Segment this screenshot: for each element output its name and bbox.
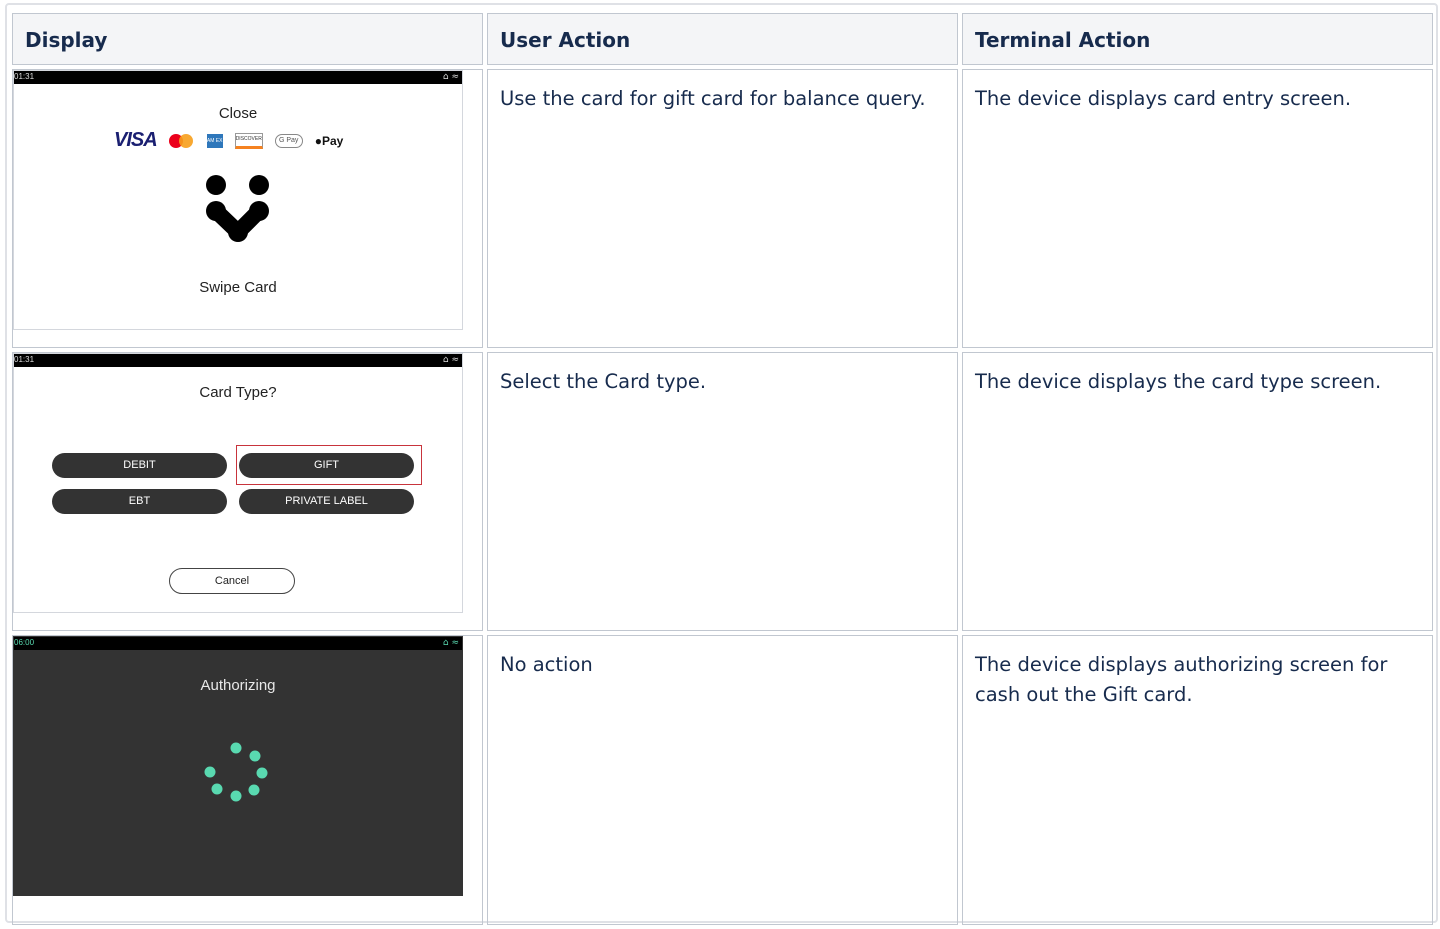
terminal-action-text: The device displays card entry screen. xyxy=(975,87,1352,110)
screen-title: Authorizing xyxy=(200,677,276,694)
status-icons: ⌂ ≈ xyxy=(442,355,459,365)
terminal-action-cell: The device displays the card type screen… xyxy=(962,352,1433,631)
terminal-action-text: The device displays authorizing screen f… xyxy=(975,653,1388,706)
table-row: 01:31 ⌂ ≈ Close VISA AM EX DISCOVER G Pa… xyxy=(12,69,1433,348)
cancel-button[interactable]: Cancel xyxy=(169,568,295,594)
terminal-action-cell: The device displays authorizing screen f… xyxy=(962,635,1433,925)
table-row: 06:00 ⌂ ≈ Authorizing No action The devi… xyxy=(12,635,1433,925)
user-action-text: Use the card for gift card for balance q… xyxy=(500,87,926,110)
status-bar: 01:31 ⌂ ≈ xyxy=(14,354,462,367)
loading-spinner-icon xyxy=(204,742,268,802)
table-row: 01:31 ⌂ ≈ Card Type? DEBIT GIFT EBT PRIV… xyxy=(12,352,1433,631)
status-time: 01:31 xyxy=(14,355,35,364)
display-cell: 06:00 ⌂ ≈ Authorizing xyxy=(12,635,483,925)
google-pay-logo: G Pay xyxy=(274,133,303,148)
screen-subtitle: Swipe Card xyxy=(199,279,277,296)
terminal-action-text: The device displays the card type screen… xyxy=(975,370,1382,393)
display-cell: 01:31 ⌂ ≈ Close VISA AM EX DISCOVER G Pa… xyxy=(12,69,483,348)
discover-logo: DISCOVER xyxy=(234,132,263,149)
card-brand-logos: VISA AM EX DISCOVER G Pay ●Pay xyxy=(114,129,343,152)
apple-icon: ● xyxy=(314,133,322,148)
terminal-action-cell: The device displays card entry screen. xyxy=(962,69,1433,348)
mastercard-logo xyxy=(168,133,195,148)
user-action-text: No action xyxy=(500,653,593,676)
amex-logo: AM EX xyxy=(206,133,223,148)
device-logo-icon xyxy=(206,175,269,242)
screen-title: Card Type? xyxy=(199,384,277,401)
header-terminal-action: Terminal Action xyxy=(962,13,1433,65)
authorizing-screen: 06:00 ⌂ ≈ Authorizing xyxy=(13,636,463,896)
user-action-cell: Select the Card type. xyxy=(487,352,958,631)
private-label-button[interactable]: PRIVATE LABEL xyxy=(239,489,414,514)
status-time: 06:00 xyxy=(14,638,35,647)
status-bar: 01:31 ⌂ ≈ xyxy=(14,71,462,84)
screen-title: Close xyxy=(218,105,258,122)
card-entry-screen: 01:31 ⌂ ≈ Close VISA AM EX DISCOVER G Pa… xyxy=(13,70,463,330)
status-time: 01:31 xyxy=(14,72,35,81)
user-action-cell: Use the card for gift card for balance q… xyxy=(487,69,958,348)
debit-button[interactable]: DEBIT xyxy=(52,453,227,478)
apple-pay-logo: ●Pay xyxy=(315,134,344,148)
header-display: Display xyxy=(12,13,483,65)
header-user-action: User Action xyxy=(487,13,958,65)
display-cell: 01:31 ⌂ ≈ Card Type? DEBIT GIFT EBT PRIV… xyxy=(12,352,483,631)
status-bar: 06:00 ⌂ ≈ xyxy=(14,637,462,650)
user-action-text: Select the Card type. xyxy=(500,370,707,393)
header-row: Display User Action Terminal Action xyxy=(12,13,1433,65)
status-icons: ⌂ ≈ xyxy=(442,638,459,648)
status-icons: ⌂ ≈ xyxy=(442,72,459,82)
apple-pay-text: Pay xyxy=(321,133,344,148)
visa-logo: VISA xyxy=(114,129,158,151)
steps-table: Display User Action Terminal Action 01:3… xyxy=(8,9,1437,929)
gift-selection-highlight xyxy=(236,445,422,485)
ebt-button[interactable]: EBT xyxy=(52,489,227,514)
card-type-screen: 01:31 ⌂ ≈ Card Type? DEBIT GIFT EBT PRIV… xyxy=(13,353,463,613)
user-action-cell: No action xyxy=(487,635,958,925)
